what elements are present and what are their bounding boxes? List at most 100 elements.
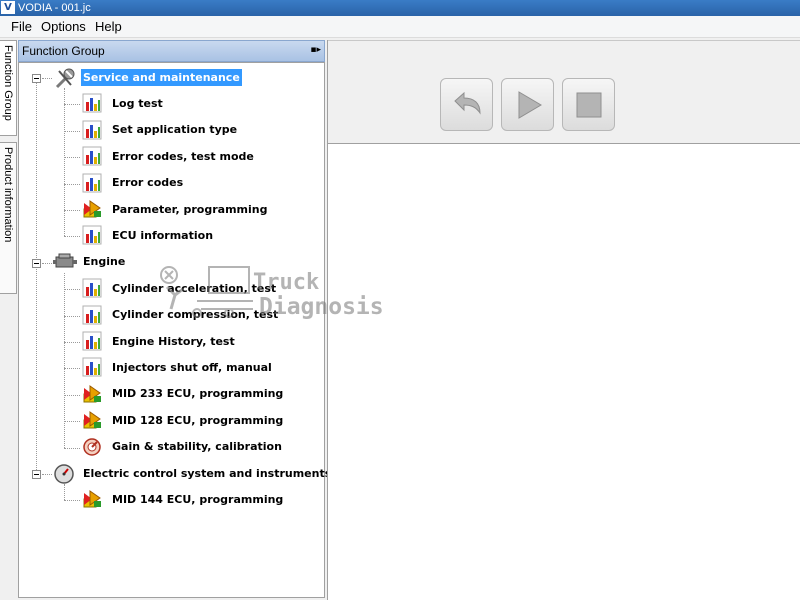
tree-item-label: MID 128 ECU, programming xyxy=(112,413,284,427)
function-group-title: Function Group xyxy=(22,44,105,58)
tree-connector xyxy=(64,315,80,317)
tree-item-label: Engine History, test xyxy=(112,334,235,348)
gauge-icon xyxy=(53,463,74,484)
tree-connector xyxy=(64,368,80,370)
tree-item-label: Injectors shut off, manual xyxy=(112,360,272,374)
group-expander[interactable] xyxy=(32,74,41,83)
watermark-diagnosis: Diagnosis xyxy=(259,294,384,320)
app-window: V VODIA - 001.jc File Options Help Funct… xyxy=(0,0,800,600)
tree-connector xyxy=(64,236,80,238)
engine-icon xyxy=(53,252,77,272)
toolbar xyxy=(328,40,800,144)
function-group-header: Function Group ▪▸ xyxy=(18,40,325,62)
truck-diagnosis-watermark: Truck Diagnosis xyxy=(157,265,397,325)
tree-connector xyxy=(64,447,80,449)
tree-connector xyxy=(64,130,80,132)
tab-product-information-label: Product information xyxy=(2,147,14,243)
tree-group-2[interactable]: Electric control system and instruments xyxy=(53,462,333,484)
tree-connector xyxy=(42,474,52,475)
tree-connector xyxy=(64,421,80,423)
tree-connector xyxy=(64,342,80,343)
bar-chart-icon xyxy=(82,278,102,298)
tree-connector xyxy=(64,210,80,211)
group-expander[interactable] xyxy=(32,470,41,479)
tree-item[interactable]: Log test xyxy=(82,92,165,114)
tree-item-label: Gain & stability, calibration xyxy=(112,440,282,454)
tree-item-label: ECU information xyxy=(112,228,214,242)
tree-item-label: Set application type xyxy=(112,123,238,137)
tree-group-label: Electric control system and instruments xyxy=(83,466,332,480)
tab-function-group-label: Function Group xyxy=(2,45,14,121)
bar-chart-icon xyxy=(82,93,102,113)
tree-connector xyxy=(64,272,65,448)
tree-item[interactable]: Error codes, test mode xyxy=(82,145,256,167)
bar-chart-icon xyxy=(82,146,102,166)
tree-connector xyxy=(64,183,80,185)
bar-chart-icon xyxy=(82,173,102,193)
calibration-dial-icon xyxy=(82,437,102,457)
tree-connector xyxy=(36,83,37,470)
tree-connector xyxy=(64,104,80,106)
tree-item[interactable]: Parameter, programming xyxy=(82,198,269,220)
tree-connector xyxy=(64,289,80,291)
menu-help[interactable]: Help xyxy=(95,19,122,34)
bar-chart-icon xyxy=(82,225,102,245)
bar-chart-icon xyxy=(82,331,102,351)
tab-product-information[interactable]: Product information xyxy=(0,142,17,294)
tree-item-label: MID 144 ECU, programming xyxy=(112,492,284,506)
tree-item-label: Error codes, test mode xyxy=(112,149,254,163)
stop-button[interactable] xyxy=(562,78,615,131)
tree-connector xyxy=(64,484,65,501)
tree-group-label: Engine xyxy=(83,255,126,269)
tree-item-label: Log test xyxy=(112,96,163,110)
play-icon xyxy=(518,91,542,119)
tree-item-label: Error codes xyxy=(112,176,184,190)
bar-chart-icon xyxy=(82,357,102,377)
tree-group-label: Service and maintenance xyxy=(81,68,242,86)
tree-item[interactable]: Error codes xyxy=(82,172,185,194)
tree-connector xyxy=(64,157,80,159)
tree-connector xyxy=(42,262,52,264)
stop-icon xyxy=(576,92,602,118)
menu-file[interactable]: File xyxy=(11,19,32,34)
tree-item[interactable]: Engine History, test xyxy=(82,330,237,352)
tree-item[interactable]: Set application type xyxy=(82,119,239,141)
bar-chart-icon xyxy=(82,120,102,140)
tree-item[interactable]: MID 233 ECU, programming xyxy=(82,383,285,405)
wrench-screwdriver-icon xyxy=(53,67,75,89)
tree-connector xyxy=(64,88,65,237)
tree-item-label: Parameter, programming xyxy=(112,202,268,216)
programming-arrow-icon xyxy=(82,489,102,509)
tree-group-0[interactable]: Service and maintenance xyxy=(53,66,242,89)
content-pane xyxy=(327,40,800,600)
tree-item[interactable]: MID 144 ECU, programming xyxy=(82,488,285,510)
function-group-tree: Service and maintenance Log test Set app… xyxy=(18,62,331,598)
back-arrow-icon xyxy=(454,91,481,115)
vodia-app-icon: V xyxy=(1,1,15,14)
play-button[interactable] xyxy=(501,78,554,131)
menu-bar: File Options Help xyxy=(0,16,800,38)
programming-arrow-icon xyxy=(82,199,102,219)
watermark-logo-icon xyxy=(160,266,253,318)
pin-icon[interactable]: ▪▸ xyxy=(310,45,321,55)
title-bar: V VODIA - 001.jc xyxy=(0,0,800,16)
tree-item[interactable]: Injectors shut off, manual xyxy=(82,356,274,378)
menu-options[interactable]: Options xyxy=(41,19,86,34)
programming-arrow-icon xyxy=(82,410,102,430)
window-title: VODIA - 001.jc xyxy=(18,2,91,14)
watermark-truck: Truck xyxy=(253,270,320,295)
bar-chart-icon xyxy=(82,305,102,325)
tree-connector xyxy=(64,394,80,396)
tree-connector xyxy=(64,500,80,502)
back-button[interactable] xyxy=(440,78,493,131)
group-expander[interactable] xyxy=(32,258,41,268)
side-tabs: Function Group Product information xyxy=(0,38,18,600)
tab-function-group[interactable]: Function Group xyxy=(0,40,17,136)
tree-connector xyxy=(42,78,52,79)
tree-item[interactable]: MID 128 ECU, programming xyxy=(82,409,285,431)
tree-group-1[interactable]: Engine xyxy=(53,251,127,273)
tree-item[interactable]: ECU information xyxy=(82,224,215,246)
tree-item-label: MID 233 ECU, programming xyxy=(112,387,284,401)
tree-item[interactable]: Gain & stability, calibration xyxy=(82,436,284,458)
programming-arrow-icon xyxy=(82,384,102,404)
